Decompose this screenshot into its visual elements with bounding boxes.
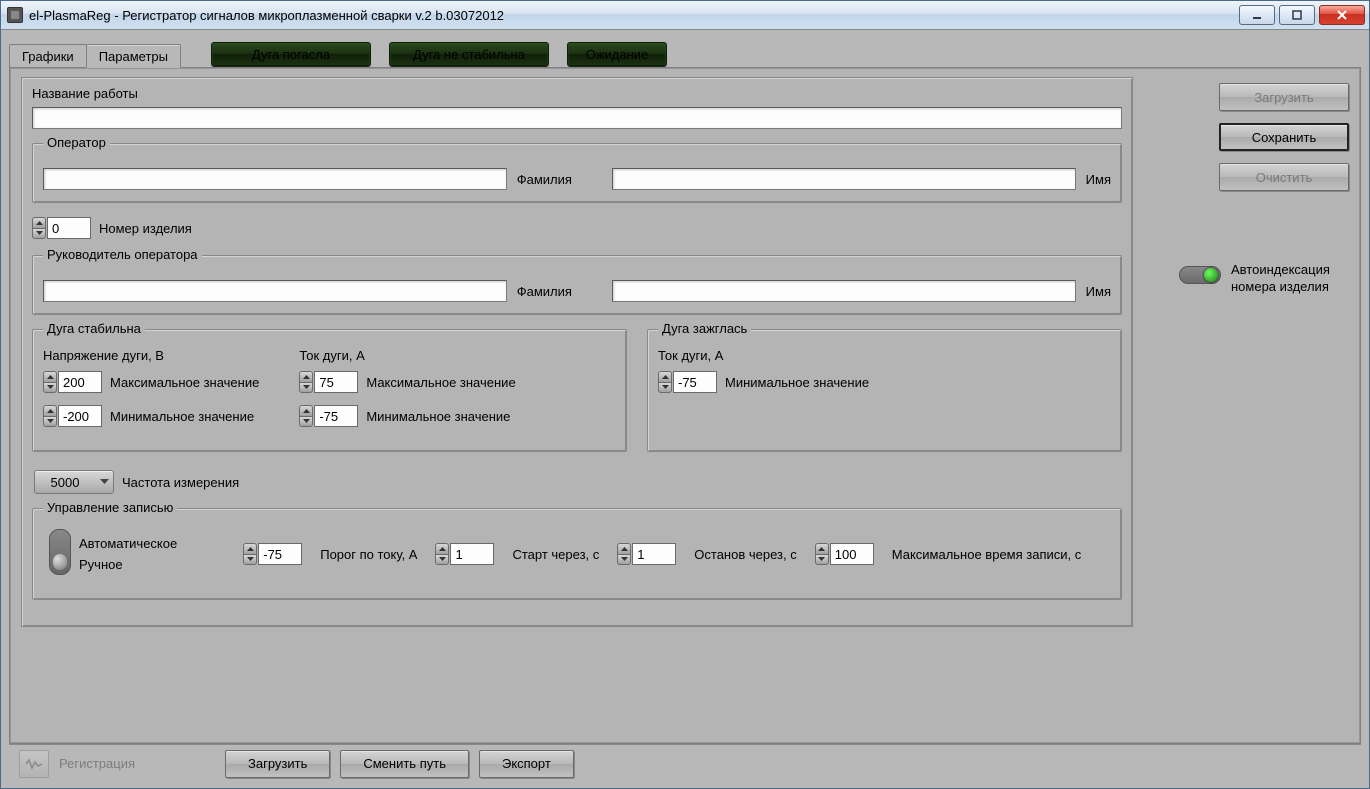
- spin-down-icon[interactable]: [658, 382, 672, 394]
- bottom-load-button[interactable]: Загрузить: [225, 750, 330, 778]
- spin-up-icon[interactable]: [299, 405, 313, 416]
- group-operator: Оператор Фамилия Имя: [32, 143, 1122, 203]
- indicator-arc-unstable: Дуга не стабильна: [389, 42, 549, 66]
- group-record-control: Управление записью Автоматическое Ручное: [32, 508, 1122, 600]
- save-button[interactable]: Сохранить: [1219, 123, 1349, 151]
- supervisor-surname-label: Фамилия: [517, 284, 572, 299]
- frequency-combo[interactable]: 5000: [34, 470, 114, 494]
- spin-down-icon[interactable]: [617, 554, 631, 566]
- spin-down-icon[interactable]: [815, 554, 829, 566]
- registration-label: Регистрация: [59, 756, 135, 771]
- job-name-input[interactable]: [32, 107, 1122, 129]
- operator-surname-label: Фамилия: [517, 172, 572, 187]
- app-window: el-PlasmaReg - Регистратор сигналов микр…: [0, 0, 1370, 789]
- minimize-button[interactable]: [1239, 5, 1275, 25]
- record-mode-switch[interactable]: [49, 529, 71, 575]
- tab-graphics[interactable]: Графики: [9, 44, 87, 68]
- ignited-current-min-spinner[interactable]: -75: [658, 371, 717, 393]
- supervisor-name-label: Имя: [1086, 284, 1111, 299]
- tab-content: Название работы Оператор Фамилия: [9, 67, 1361, 744]
- spin-up-icon[interactable]: [815, 543, 829, 554]
- spin-down-icon[interactable]: [243, 554, 257, 566]
- spin-up-icon[interactable]: [435, 543, 449, 554]
- spin-up-icon[interactable]: [32, 217, 46, 228]
- spin-down-icon[interactable]: [43, 382, 57, 394]
- clear-button[interactable]: Очистить: [1219, 163, 1349, 191]
- current-max-spinner[interactable]: 75: [299, 371, 358, 393]
- client-area: Графики Параметры Дуга погасла Дуга не с…: [1, 30, 1369, 788]
- voltage-max-spinner[interactable]: 200: [43, 371, 102, 393]
- spin-up-icon[interactable]: [243, 543, 257, 554]
- product-number-label: Номер изделия: [99, 221, 192, 236]
- autoindex-label: Автоиндексация номера изделия: [1231, 261, 1349, 295]
- current-min-spinner[interactable]: -75: [299, 405, 358, 427]
- bottom-toolbar: Регистрация Загрузить Сменить путь Экспо…: [9, 744, 1361, 782]
- max-time-spinner[interactable]: 100: [815, 543, 874, 565]
- spin-down-icon[interactable]: [435, 554, 449, 566]
- spin-up-icon[interactable]: [43, 405, 57, 416]
- group-supervisor: Руководитель оператора Фамилия Имя: [32, 255, 1122, 315]
- autoindex-toggle[interactable]: [1179, 266, 1221, 284]
- operator-name-input[interactable]: [612, 168, 1076, 190]
- operator-surname-input[interactable]: [43, 168, 507, 190]
- record-icon[interactable]: [19, 750, 49, 778]
- tab-parameters[interactable]: Параметры: [86, 44, 181, 68]
- change-path-button[interactable]: Сменить путь: [340, 750, 469, 778]
- job-name-label: Название работы: [32, 86, 1122, 101]
- export-button[interactable]: Экспорт: [479, 750, 574, 778]
- load-button[interactable]: Загрузить: [1219, 83, 1349, 111]
- spin-down-icon[interactable]: [43, 416, 57, 428]
- maximize-button[interactable]: [1279, 5, 1315, 25]
- indicator-arc-off: Дуга погасла: [211, 42, 371, 66]
- threshold-spinner[interactable]: -75: [243, 543, 302, 565]
- close-button[interactable]: [1319, 5, 1365, 25]
- titlebar: el-PlasmaReg - Регистратор сигналов микр…: [1, 1, 1369, 30]
- indicator-waiting: Ожидание: [567, 42, 667, 66]
- start-after-spinner[interactable]: 1: [435, 543, 494, 565]
- operator-name-label: Имя: [1086, 172, 1111, 187]
- job-form: Название работы Оператор Фамилия: [21, 77, 1133, 627]
- spin-down-icon[interactable]: [299, 416, 313, 428]
- spin-up-icon[interactable]: [658, 371, 672, 382]
- voltage-min-spinner[interactable]: -200: [43, 405, 102, 427]
- spin-up-icon[interactable]: [299, 371, 313, 382]
- supervisor-name-input[interactable]: [612, 280, 1076, 302]
- spin-up-icon[interactable]: [43, 371, 57, 382]
- window-title: el-PlasmaReg - Регистратор сигналов микр…: [29, 8, 1239, 23]
- stop-after-spinner[interactable]: 1: [617, 543, 676, 565]
- spin-down-icon[interactable]: [32, 228, 46, 240]
- product-number-spinner[interactable]: 0: [32, 217, 91, 239]
- group-arc-ignited: Дуга зажглась Ток дуги, А -75 Минимальн: [647, 329, 1122, 452]
- group-arc-stable: Дуга стабильна Напряжение дуги, В 200: [32, 329, 627, 452]
- chevron-down-icon[interactable]: [95, 479, 113, 485]
- app-icon: [7, 7, 23, 23]
- spin-down-icon[interactable]: [299, 382, 313, 394]
- spin-up-icon[interactable]: [617, 543, 631, 554]
- supervisor-surname-input[interactable]: [43, 280, 507, 302]
